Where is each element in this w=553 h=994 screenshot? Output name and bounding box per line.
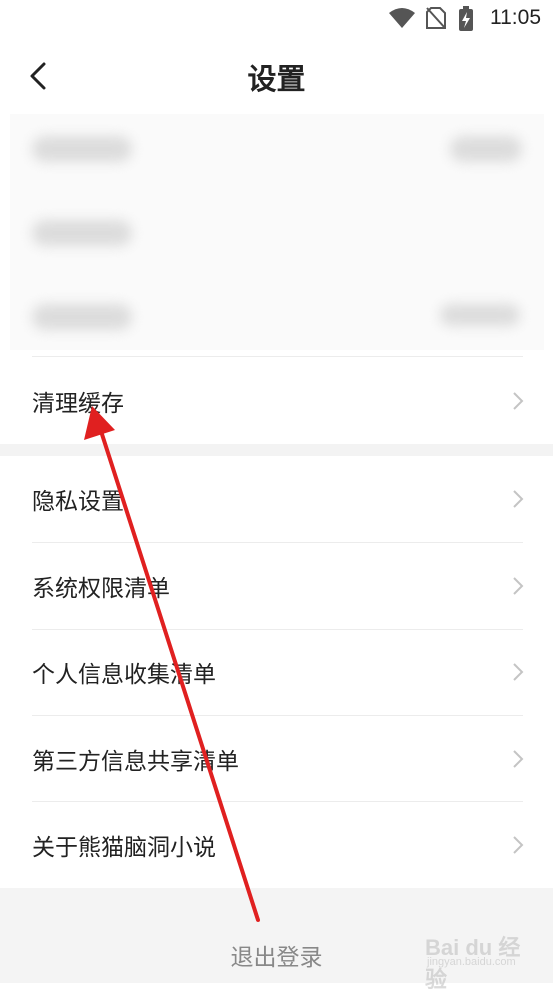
settings-row-label: 个人信息收集清单 (32, 662, 216, 688)
baidu-jingyan-watermark: Bai du 经验 jingyan.baidu.com (425, 928, 525, 992)
divider (32, 356, 523, 357)
settings-row-label: 隐私设置 (32, 489, 124, 515)
section-gap (0, 444, 553, 456)
chevron-right-icon (513, 836, 524, 854)
status-bar: 11:05 (0, 0, 553, 38)
watermark-sub: jingyan.baidu.com (427, 956, 516, 968)
settings-row-clear-cache[interactable]: 清理缓存 (0, 358, 553, 444)
settings-row-label: 系统权限清单 (32, 576, 170, 602)
settings-row-label: 关于熊猫脑洞小说 (32, 835, 216, 861)
page-title: 设置 (247, 62, 306, 96)
settings-row-about[interactable]: 关于熊猫脑洞小说 (0, 802, 553, 888)
chevron-right-icon (513, 663, 524, 681)
battery-charging-icon (459, 6, 473, 31)
chevron-right-icon (513, 577, 524, 595)
status-time: 11:05 (490, 6, 541, 29)
wifi-icon (389, 8, 415, 28)
settings-row-personal-info-collection[interactable]: 个人信息收集清单 (0, 629, 553, 715)
chevron-right-icon (513, 750, 524, 768)
chevron-right-icon (513, 490, 524, 508)
settings-row-system-permissions[interactable]: 系统权限清单 (0, 543, 553, 629)
settings-row-third-party-sharing[interactable]: 第三方信息共享清单 (0, 716, 553, 802)
blurred-settings-block (10, 114, 544, 350)
settings-row-label: 清理缓存 (32, 391, 124, 417)
settings-row-privacy[interactable]: 隐私设置 (0, 456, 553, 542)
no-sim-icon (426, 7, 446, 29)
chevron-right-icon (513, 392, 524, 410)
settings-row-label: 第三方信息共享清单 (32, 749, 239, 775)
nav-bar: 设置 (0, 38, 553, 114)
